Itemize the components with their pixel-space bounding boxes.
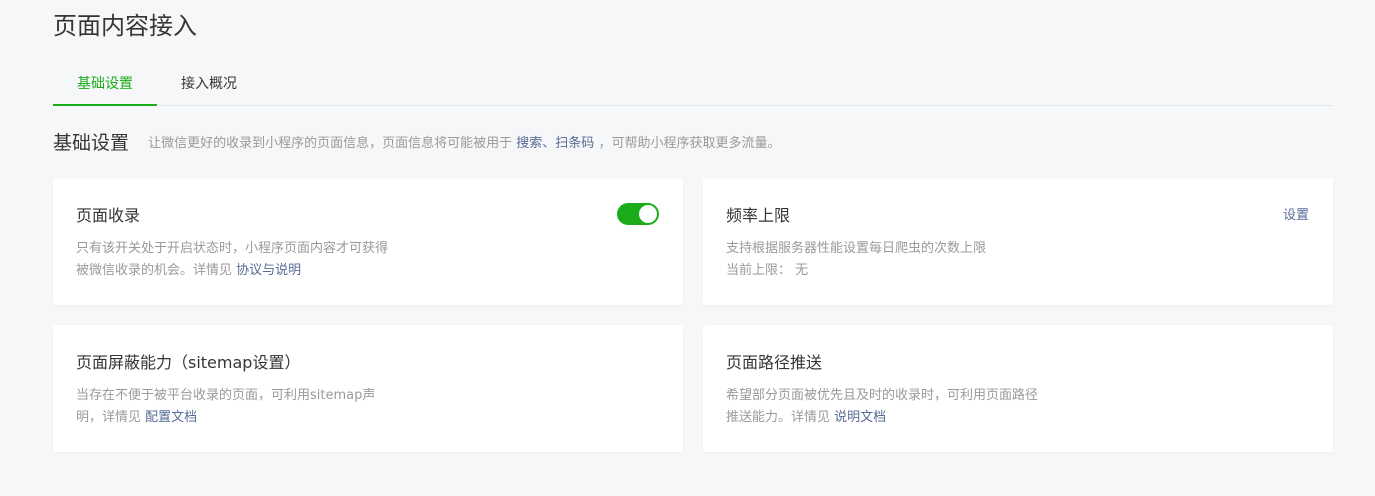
current-limit-label: 当前上限： <box>726 263 792 278</box>
tab-access-overview[interactable]: 接入概况 <box>157 62 261 105</box>
card-description: 当存在不便于被平台收录的页面，可利用sitemap声 明，详情见 配置文档 <box>76 385 436 429</box>
desc-text: 推送能力。详情见 <box>726 410 831 425</box>
page: 页面内容接入 基础设置 接入概况 基础设置 让微信更好的收录到小程序的页面信息，… <box>0 0 1375 496</box>
card-title: 频率上限 <box>726 206 791 225</box>
agreement-link[interactable]: 协议与说明 <box>236 263 301 278</box>
desc-line: 当存在不便于被平台收录的页面，可利用sitemap声 <box>76 388 376 403</box>
card-title: 页面收录 <box>76 206 141 225</box>
section-title: 基础设置 <box>53 132 130 154</box>
rate-limit-card: 频率上限 设置 支持根据服务器性能设置每日爬虫的次数上限 当前上限： 无 <box>703 178 1333 305</box>
desc-line: 只有该开关处于开启状态时，小程序页面内容才可获得 <box>76 241 389 256</box>
desc-text: 被微信收录的机会。详情见 <box>76 263 233 278</box>
tab-basic-settings[interactable]: 基础设置 <box>53 62 157 106</box>
section-desc-prefix: 让微信更好的收录到小程序的页面信息，页面信息将可能被用于 <box>148 136 513 151</box>
desc-text: 明，详情见 <box>76 410 142 425</box>
card-description: 支持根据服务器性能设置每日爬虫的次数上限 当前上限： 无 <box>726 238 1086 282</box>
config-doc-link[interactable]: 配置文档 <box>145 410 197 425</box>
desc-line: 被微信收录的机会。详情见 协议与说明 <box>76 260 436 282</box>
desc-line: 推送能力。详情见 说明文档 <box>726 407 1086 429</box>
path-push-card: 页面路径推送 希望部分页面被优先且及时的收录时，可利用页面路径 推送能力。详情见… <box>703 325 1333 452</box>
section-desc-suffix: ，可帮助小程序获取更多流量。 <box>598 136 781 151</box>
section-description: 让微信更好的收录到小程序的页面信息，页面信息将可能被用于 搜索、扫条码 ，可帮助… <box>148 136 780 151</box>
desc-line: 希望部分页面被优先且及时的收录时，可利用页面路径 <box>726 388 1039 403</box>
page-index-card: 页面收录 只有该开关处于开启状态时，小程序页面内容才可获得 被微信收录的机会。详… <box>53 178 683 305</box>
card-description: 希望部分页面被优先且及时的收录时，可利用页面路径 推送能力。详情见 说明文档 <box>726 385 1086 429</box>
tab-bar: 基础设置 接入概况 <box>53 62 1333 106</box>
toggle-knob <box>639 205 657 223</box>
page-title: 页面内容接入 <box>53 12 197 40</box>
card-title: 页面路径推送 <box>726 353 823 372</box>
desc-line: 当前上限： 无 <box>726 260 1086 282</box>
desc-line: 支持根据服务器性能设置每日爬虫的次数上限 <box>726 241 987 256</box>
section-desc-search: 搜索 <box>516 136 543 151</box>
section-header: 基础设置 让微信更好的收录到小程序的页面信息，页面信息将可能被用于 搜索、扫条码… <box>53 128 780 158</box>
card-title: 页面屏蔽能力（sitemap设置） <box>76 353 301 372</box>
desc-line: 明，详情见 配置文档 <box>76 407 436 429</box>
page-index-toggle[interactable] <box>617 203 659 225</box>
section-desc-scan: 扫条码 <box>555 136 595 151</box>
current-limit-value: 无 <box>795 263 809 278</box>
instruction-doc-link[interactable]: 说明文档 <box>834 410 886 425</box>
sitemap-card: 页面屏蔽能力（sitemap设置） 当存在不便于被平台收录的页面，可利用site… <box>53 325 683 452</box>
rate-limit-settings-link[interactable]: 设置 <box>1283 204 1309 223</box>
section-desc-separator: 、 <box>542 136 556 151</box>
card-description: 只有该开关处于开启状态时，小程序页面内容才可获得 被微信收录的机会。详情见 协议… <box>76 238 436 282</box>
